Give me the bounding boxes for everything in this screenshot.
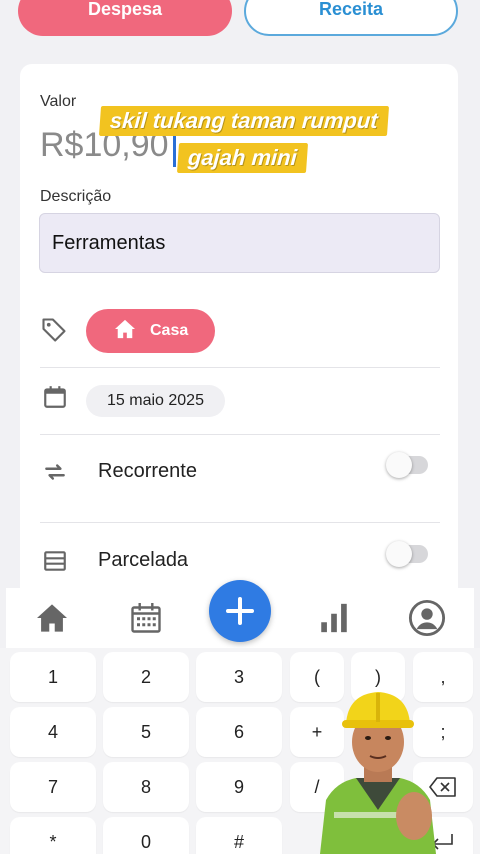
list-icon — [40, 546, 70, 576]
text-cursor — [173, 133, 176, 167]
toggle-knob — [386, 452, 412, 478]
webcam-overlay-person — [316, 690, 440, 854]
recurring-label: Recorrente — [98, 460, 197, 482]
key-3[interactable]: 3 — [196, 652, 282, 702]
date-value: 15 maio 2025 — [107, 392, 204, 409]
key-1[interactable]: 1 — [10, 652, 96, 702]
calendar-small-icon — [40, 382, 70, 412]
key-asterisk[interactable]: * — [10, 817, 96, 854]
description-input[interactable]: Ferramentas — [39, 213, 440, 273]
receita-label: Receita — [318, 0, 384, 19]
divider — [40, 522, 440, 523]
description-value: Ferramentas — [52, 231, 166, 254]
description-label: Descrição — [40, 188, 112, 205]
key-8[interactable]: 8 — [103, 762, 189, 812]
calendar-icon[interactable] — [116, 588, 176, 648]
value-label: Valor — [40, 93, 77, 110]
category-label: Casa — [150, 322, 189, 339]
repeat-icon — [40, 457, 70, 487]
key-4[interactable]: 4 — [10, 707, 96, 757]
video-caption-line-2: gajah mini — [176, 143, 308, 173]
receita-tab[interactable]: Receita — [244, 0, 458, 36]
chart-icon[interactable] — [304, 588, 364, 648]
date-chip[interactable]: 15 maio 2025 — [86, 385, 225, 417]
divider — [40, 434, 440, 435]
key-5[interactable]: 5 — [103, 707, 189, 757]
key-6[interactable]: 6 — [196, 707, 282, 757]
home-icon[interactable] — [22, 588, 82, 648]
despesa-tab[interactable]: Despesa — [18, 0, 232, 36]
video-caption-line-1: skil tukang taman rumput — [98, 106, 389, 136]
toggle-knob — [386, 541, 412, 567]
divider — [40, 367, 440, 368]
recurring-toggle[interactable] — [386, 452, 428, 478]
installment-label: Parcelada — [98, 549, 189, 571]
home-category-icon — [114, 319, 136, 344]
installment-toggle[interactable] — [386, 541, 428, 567]
category-chip[interactable]: Casa — [86, 309, 215, 353]
key-hash[interactable]: # — [196, 817, 282, 854]
key-9[interactable]: 9 — [196, 762, 282, 812]
add-transaction-button[interactable] — [209, 580, 271, 642]
key-7[interactable]: 7 — [10, 762, 96, 812]
key-2[interactable]: 2 — [103, 652, 189, 702]
key-0[interactable]: 0 — [103, 817, 189, 854]
profile-icon[interactable] — [397, 588, 457, 648]
despesa-label: Despesa — [87, 0, 163, 19]
add-icon — [226, 597, 254, 625]
tag-icon — [39, 315, 69, 345]
